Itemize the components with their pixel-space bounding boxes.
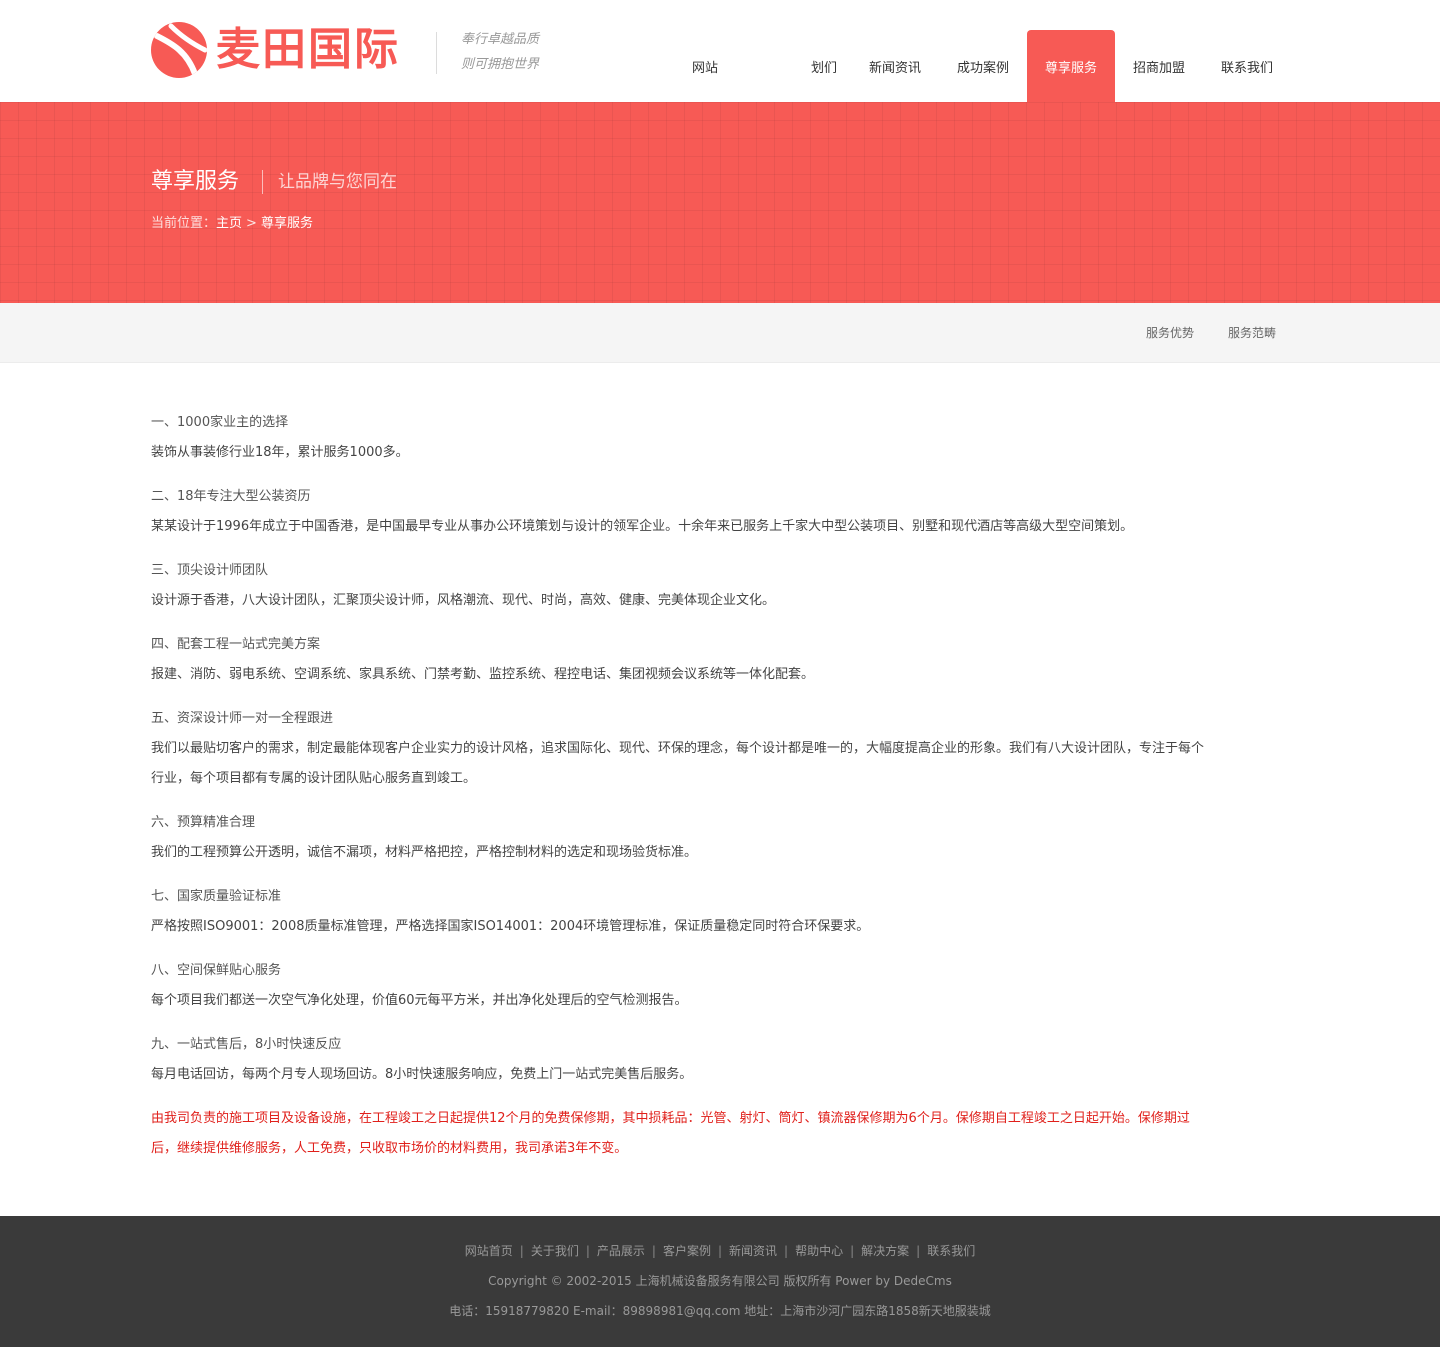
footer-link-news[interactable]: 新闻资讯	[729, 1244, 777, 1258]
article-content: 一、1000家业主的选择 装饰从事装修行业18年，累计服务1000多。 二、18…	[151, 408, 1291, 1164]
section-body: 设计源于香港，八大设计团队，汇聚顶尖设计师，风格潮流、现代、时尚，高效、健康、完…	[151, 593, 776, 608]
site-footer: 网站首页 | 关于我们 | 产品展示 | 客户案例 | 新闻资讯 | 帮助中心 | 解决方案 | 联系我们 …	[0, 1216, 1440, 1347]
footer-link-products[interactable]: 产品展示	[597, 1244, 645, 1258]
page-subtitle: 让品牌与您同在	[278, 172, 397, 192]
footer-separator: |	[784, 1244, 789, 1258]
warranty-notice: 由我司负责的施工项目及设备设施，在工程竣工之日起提供12个月的免费保修期，其中损…	[151, 1111, 1190, 1126]
footer-link-contact[interactable]: 联系我们	[927, 1244, 975, 1258]
section-heading: 二、18年专注大型公装资历	[151, 489, 311, 504]
section-body: 报建、消防、弱电系统、空调系统、家具系统、门禁考勤、监控系统、程控电话、集团视频…	[151, 667, 815, 682]
page-banner: 尊享服务 让品牌与您同在 当前位置：主页 > 尊享服务	[0, 102, 1440, 303]
footer-copyright: Copyright © 2002-2015 上海机械设备服务有限公司 版权所有 …	[488, 1274, 952, 1288]
footer-separator: |	[519, 1244, 524, 1258]
footer-contact: 电话：15918779820 E-mail：89898981@qq.com 地址…	[449, 1304, 991, 1318]
section-body: 严格按照ISO9001：2008质量标准管理，严格选择国家ISO14001：20…	[151, 919, 870, 934]
breadcrumb-home[interactable]: 主页	[216, 216, 242, 231]
nav-item-cases[interactable]: 成功案例	[939, 30, 1027, 102]
nav-item-contact[interactable]: 联系我们	[1203, 30, 1291, 102]
title-divider	[262, 170, 263, 194]
site-header: 麦田国际 奉行卓越品质 则可拥抱世界 网站 划们 新闻资讯 成功案例 尊享服务 …	[0, 0, 1440, 102]
subnav-item-scope[interactable]: 服务范畴	[1228, 324, 1276, 342]
section-body: 我们的工程预算公开透明，诚信不漏项，材料严格把控，严格控制材料的选定和现场验货标…	[151, 845, 698, 860]
slogan-line-2: 则可拥抱世界	[461, 57, 540, 72]
nav-item-home[interactable]: 网站	[677, 30, 733, 102]
footer-link-home[interactable]: 网站首页	[465, 1244, 513, 1258]
nav-item-about[interactable]: 划们	[800, 30, 848, 102]
footer-link-help[interactable]: 帮助中心	[795, 1244, 843, 1258]
sub-nav: 服务优势 服务范畴	[0, 303, 1440, 363]
footer-separator: |	[916, 1244, 921, 1258]
section-body: 每月电话回访，每两个月专人现场回访。8小时快速服务响应，免费上门一站式完美售后服…	[151, 1067, 693, 1082]
section-heading: 九、一站式售后，8小时快速反应	[151, 1037, 342, 1052]
brand-name[interactable]: 麦田国际	[216, 22, 400, 78]
section-body: 每个项目我们都送一次空气净化处理，价值60元每平方米，并出净化处理后的空气检测报…	[151, 993, 688, 1008]
section-heading: 四、配套工程一站式完美方案	[151, 637, 321, 652]
footer-link-solutions[interactable]: 解决方案	[861, 1244, 909, 1258]
breadcrumb-prefix: 当前位置：	[151, 216, 217, 231]
section-heading: 五、资深设计师一对一全程跟进	[151, 711, 334, 726]
nav-item-services[interactable]: 尊享服务	[1027, 30, 1115, 102]
footer-separator: |	[651, 1244, 656, 1258]
footer-link-cases[interactable]: 客户案例	[663, 1244, 711, 1258]
footer-links: 网站首页 | 关于我们 | 产品展示 | 客户案例 | 新闻资讯 | 帮助中心 | 解决方案 | 联系我们	[0, 1241, 1440, 1261]
footer-separator: |	[850, 1244, 855, 1258]
breadcrumb: 当前位置：主页 > 尊享服务	[151, 215, 313, 233]
section-body-continued: 行业，每个项目都有专属的设计团队贴心服务直到竣工。	[151, 771, 477, 786]
footer-separator: |	[585, 1244, 590, 1258]
page-title: 尊享服务	[151, 169, 240, 194]
logo-icon[interactable]	[151, 22, 207, 78]
section-body: 装饰从事装修行业18年，累计服务1000多。	[151, 445, 409, 460]
nav-item-franchise[interactable]: 招商加盟	[1115, 30, 1203, 102]
section-heading: 一、1000家业主的选择	[151, 415, 289, 430]
section-body: 我们以最贴切客户的需求，制定最能体现客户企业实力的设计风格，追求国际化、现代、环…	[151, 741, 1205, 756]
warranty-notice-continued: 后，继续提供维修服务，人工免费，只收取市场价的材料费用，我司承诺3年不变。	[151, 1141, 628, 1156]
breadcrumb-separator: >	[246, 216, 257, 231]
section-body: 某某设计于1996年成立于中国香港，是中国最早专业从事办公环境策划与设计的领军企…	[151, 519, 1134, 534]
logo-divider	[436, 32, 437, 74]
footer-link-about[interactable]: 关于我们	[531, 1244, 579, 1258]
section-heading: 八、空间保鲜贴心服务	[151, 963, 282, 978]
slogan-line-1: 奉行卓越品质	[461, 32, 540, 47]
section-heading: 六、预算精准合理	[151, 815, 256, 830]
section-heading: 七、国家质量验证标准	[151, 889, 282, 904]
breadcrumb-current[interactable]: 尊享服务	[261, 216, 313, 231]
footer-separator: |	[717, 1244, 723, 1258]
section-heading: 三、顶尖设计师团队	[151, 563, 269, 578]
subnav-item-advantages[interactable]: 服务优势	[1146, 324, 1194, 342]
nav-item-news[interactable]: 新闻资讯	[851, 30, 939, 102]
